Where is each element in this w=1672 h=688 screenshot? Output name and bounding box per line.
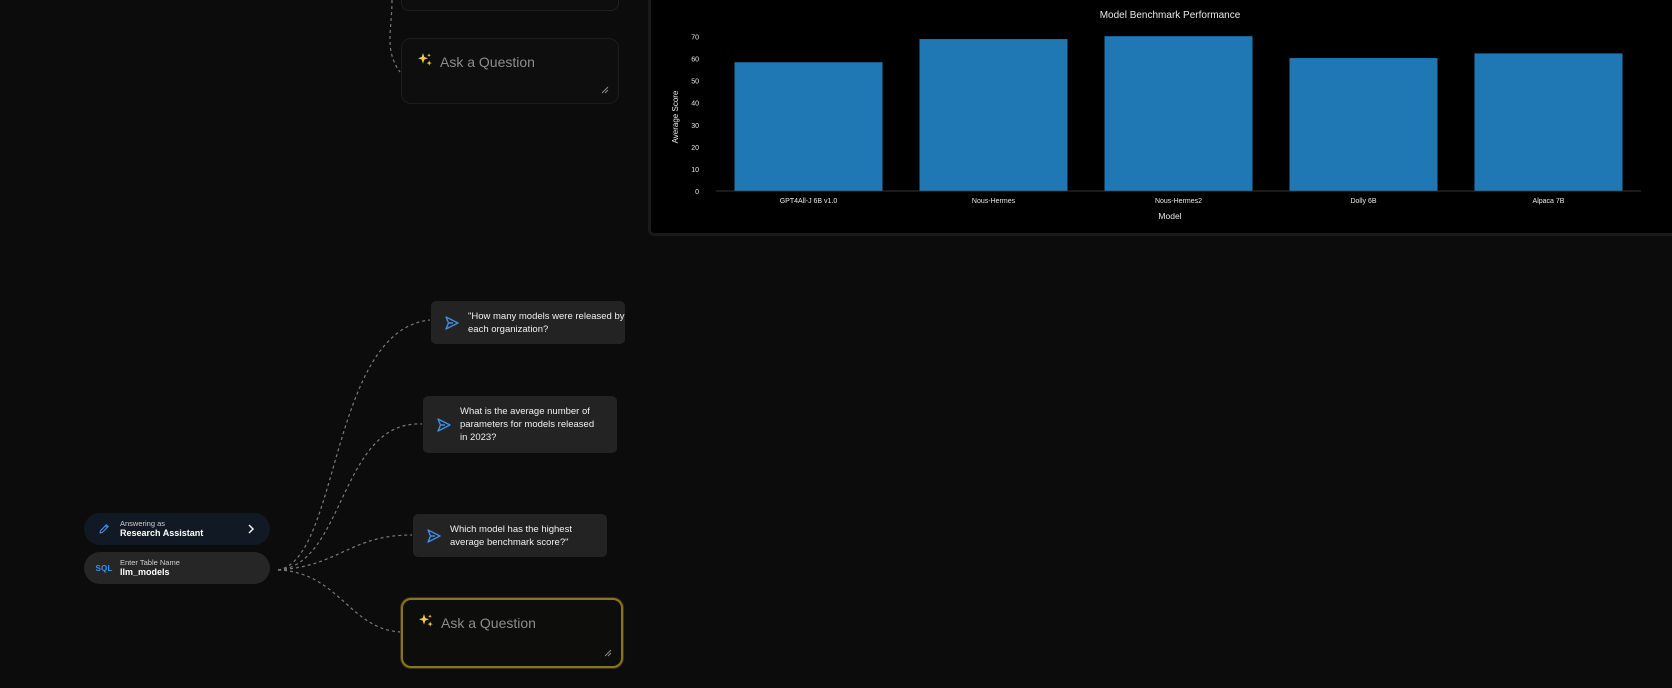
bar-4[interactable] bbox=[1474, 53, 1623, 191]
answering-as-label: Answering as bbox=[120, 519, 166, 528]
answering-as-pill[interactable]: Answering as Research Assistant bbox=[84, 513, 270, 545]
pen-icon bbox=[97, 523, 111, 535]
ask-question-input[interactable]: Ask a Question bbox=[441, 615, 536, 631]
connector-suggestion-1 bbox=[277, 319, 431, 571]
chevron-right-icon[interactable] bbox=[246, 522, 256, 536]
connector-suggestion-3 bbox=[277, 534, 413, 571]
suggestion-card-3[interactable]: Which model has the highest average benc… bbox=[413, 514, 607, 557]
x-tick-label: GPT4All-J 6B v1.0 bbox=[780, 198, 838, 205]
x-tick-label: Alpaca 7B bbox=[1533, 198, 1565, 205]
table-name-pill[interactable]: SQL Enter Table Name llm_models bbox=[84, 552, 270, 584]
bar-2[interactable] bbox=[1104, 36, 1253, 192]
connector-top bbox=[389, 0, 401, 73]
table-name-label: Enter Table Name bbox=[120, 558, 180, 567]
y-tick-label: 40 bbox=[691, 101, 699, 108]
assistant-name: Research Assistant bbox=[120, 528, 204, 538]
suggestion-card-1[interactable]: "How many models were released by each o… bbox=[431, 301, 625, 344]
y-tick-label: 50 bbox=[691, 79, 699, 86]
y-tick-label: 60 bbox=[691, 57, 699, 64]
send-icon bbox=[437, 417, 451, 432]
bar-3[interactable] bbox=[1289, 58, 1438, 191]
benchmark-chart: Model Benchmark Performance Average Scor… bbox=[671, 10, 1641, 221]
suggestion-text: "How many models were released by each o… bbox=[468, 310, 625, 335]
ask-question-card-top[interactable]: Ask a Question bbox=[401, 38, 619, 104]
bar-0[interactable] bbox=[734, 62, 883, 191]
table-name-value[interactable]: llm_models bbox=[120, 567, 180, 578]
x-tick-label: Nous-Hermes2 bbox=[1155, 198, 1202, 205]
ask-question-input[interactable]: Ask a Question bbox=[440, 54, 535, 70]
send-icon bbox=[445, 315, 459, 330]
suggestion-text: Which model has the highest average benc… bbox=[450, 523, 572, 548]
chart-title: Model Benchmark Performance bbox=[1100, 10, 1241, 21]
y-tick-label: 20 bbox=[691, 145, 699, 152]
resize-handle-icon[interactable] bbox=[604, 649, 612, 657]
y-tick-label: 0 bbox=[695, 189, 699, 196]
chart-panel: Model Benchmark Performance Average Scor… bbox=[648, 0, 1672, 236]
previous-card bbox=[401, 0, 619, 11]
x-tick-label: Dolly 6B bbox=[1350, 198, 1376, 205]
resize-handle-icon[interactable] bbox=[601, 86, 609, 94]
x-tick-label: Nous-Hermes bbox=[972, 198, 1016, 205]
suggestion-card-2[interactable]: What is the average number of parameters… bbox=[423, 396, 617, 453]
bar-1[interactable] bbox=[919, 39, 1068, 191]
connector-suggestion-2 bbox=[277, 423, 423, 571]
sparkle-icon bbox=[419, 614, 433, 627]
connector-ask-bottom bbox=[277, 569, 405, 633]
suggestion-text: What is the average number of parameters… bbox=[460, 406, 595, 443]
y-tick-label: 10 bbox=[691, 167, 699, 174]
y-axis-label: Average Score bbox=[671, 90, 680, 143]
sparkle-icon bbox=[418, 53, 432, 66]
sql-icon: SQL bbox=[95, 563, 113, 573]
send-icon bbox=[427, 528, 441, 543]
x-axis-label: Model bbox=[1158, 211, 1181, 221]
ask-question-card-active[interactable]: Ask a Question bbox=[401, 598, 623, 668]
y-tick-label: 30 bbox=[691, 123, 699, 130]
y-tick-label: 70 bbox=[691, 34, 699, 41]
